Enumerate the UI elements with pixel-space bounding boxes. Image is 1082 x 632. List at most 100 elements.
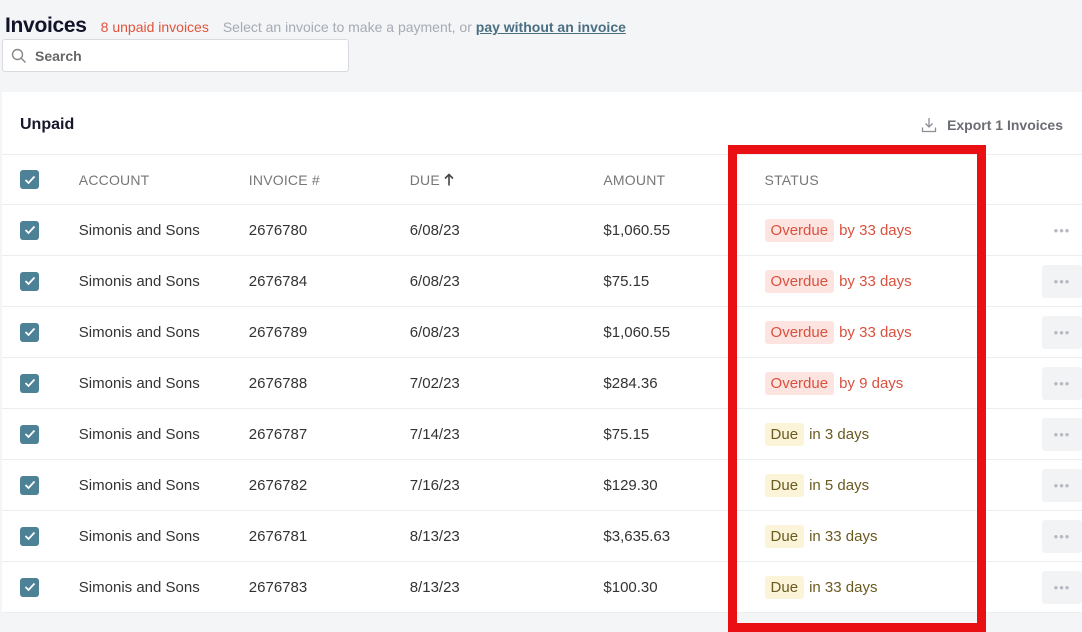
table-row[interactable]: Simonis and Sons 2676788 7/02/23 $284.36…: [2, 358, 1082, 409]
cell-due-date: 8/13/23: [409, 578, 460, 596]
cell-account: Simonis and Sons: [78, 221, 200, 239]
row-checkbox[interactable]: [20, 424, 39, 444]
row-actions-button[interactable]: •••: [1042, 315, 1082, 349]
row-actions-button[interactable]: •••: [1042, 264, 1082, 298]
check-icon: [24, 531, 35, 541]
cell-account: Simonis and Sons: [78, 374, 200, 392]
page-hint-text: Select an invoice to make a payment, or: [222, 19, 472, 35]
cell-status: Overdue by 33 days: [764, 205, 1020, 256]
row-actions-button[interactable]: •••: [1042, 366, 1082, 400]
page-header: Invoices 8 unpaid invoices Select an inv…: [5, 14, 626, 38]
cell-account: Simonis and Sons: [78, 578, 200, 596]
download-icon: [921, 118, 937, 133]
status-badge: Due: [764, 473, 805, 497]
more-horizontal-icon: •••: [1053, 528, 1071, 544]
select-all-checkbox[interactable]: [20, 170, 39, 189]
cell-status: Due in 5 days: [764, 460, 1020, 511]
export-invoices-button[interactable]: Export 1 Invoices: [921, 117, 1063, 133]
cell-status: Overdue by 33 days: [764, 256, 1020, 307]
status-detail: in 3 days: [809, 425, 870, 443]
table-row[interactable]: Simonis and Sons 2676782 7/16/23 $129.30…: [2, 460, 1082, 511]
row-checkbox[interactable]: [20, 373, 39, 393]
search-input[interactable]: [33, 46, 337, 65]
cell-account: Simonis and Sons: [78, 323, 200, 341]
status-badge: Overdue: [764, 269, 835, 293]
row-actions-button[interactable]: •••: [1042, 214, 1082, 247]
status-badge: Overdue: [764, 371, 835, 395]
more-horizontal-icon: •••: [1053, 273, 1071, 289]
check-icon: [24, 276, 35, 286]
more-horizontal-icon: •••: [1053, 477, 1071, 493]
cell-account: Simonis and Sons: [78, 527, 200, 545]
row-checkbox[interactable]: [20, 322, 39, 342]
status-detail: by 33 days: [839, 272, 912, 290]
cell-amount: $284.36: [603, 374, 658, 392]
table-row[interactable]: Simonis and Sons 2676780 6/08/23 $1,060.…: [2, 205, 1082, 256]
status-badge: Due: [764, 524, 805, 548]
check-icon: [24, 175, 35, 184]
cell-due-date: 7/16/23: [409, 476, 460, 494]
cell-invoice-number: 2676784: [248, 272, 308, 290]
column-header-due-label: DUE: [409, 171, 440, 188]
status-detail: in 5 days: [809, 476, 870, 494]
search-icon: [11, 48, 26, 63]
export-label: Export 1 Invoices: [947, 117, 1063, 133]
cell-due-date: 7/14/23: [409, 425, 460, 443]
check-icon: [24, 327, 35, 337]
cell-amount: $129.30: [603, 476, 658, 494]
row-actions-button[interactable]: •••: [1042, 417, 1082, 451]
unpaid-count: 8 unpaid invoices: [100, 19, 209, 35]
more-horizontal-icon: •••: [1053, 324, 1071, 340]
cell-status: Overdue by 9 days: [764, 358, 1020, 409]
status-detail: by 33 days: [839, 221, 912, 239]
search-box[interactable]: [2, 39, 349, 72]
cell-invoice-number: 2676789: [248, 323, 308, 341]
cell-status: Due in 33 days: [764, 511, 1020, 562]
row-checkbox[interactable]: [20, 526, 39, 546]
cell-status: Overdue by 33 days: [764, 307, 1020, 358]
row-actions-button[interactable]: •••: [1042, 570, 1082, 604]
column-header-due[interactable]: DUE: [410, 155, 604, 205]
status-badge: Overdue: [764, 320, 835, 344]
status-detail: by 9 days: [839, 374, 904, 392]
pay-without-invoice-link[interactable]: pay without an invoice: [476, 19, 626, 35]
table-row[interactable]: Simonis and Sons 2676789 6/08/23 $1,060.…: [2, 307, 1082, 358]
row-checkbox[interactable]: [20, 271, 39, 291]
column-header-amount[interactable]: AMOUNT: [603, 155, 764, 205]
column-header-status[interactable]: STATUS: [765, 155, 1020, 205]
unpaid-invoices-card: Unpaid Export 1 Invoices ACCOUNT INVOICE…: [2, 92, 1082, 613]
more-horizontal-icon: •••: [1053, 375, 1071, 391]
cell-invoice-number: 2676788: [248, 374, 308, 392]
table-row[interactable]: Simonis and Sons 2676781 8/13/23 $3,635.…: [2, 511, 1082, 562]
status-badge: Due: [764, 575, 805, 599]
check-icon: [24, 225, 35, 235]
check-icon: [24, 480, 35, 490]
status-detail: in 33 days: [809, 527, 878, 545]
status-detail: by 33 days: [839, 323, 912, 341]
more-horizontal-icon: •••: [1053, 579, 1071, 595]
row-checkbox[interactable]: [20, 475, 39, 495]
table-header-row: ACCOUNT INVOICE # DUE AMOUNT STATUS: [2, 154, 1082, 205]
cell-invoice-number: 2676780: [248, 221, 308, 239]
row-actions-button[interactable]: •••: [1042, 519, 1082, 553]
cell-invoice-number: 2676782: [248, 476, 308, 494]
table-row[interactable]: Simonis and Sons 2676784 6/08/23 $75.15 …: [2, 256, 1082, 307]
row-actions-button[interactable]: •••: [1042, 468, 1082, 502]
column-header-account[interactable]: ACCOUNT: [79, 155, 249, 205]
table-row[interactable]: Simonis and Sons 2676787 7/14/23 $75.15 …: [2, 409, 1082, 460]
section-title: Unpaid: [20, 116, 75, 133]
cell-invoice-number: 2676781: [248, 527, 308, 545]
cell-amount: $3,635.63: [603, 527, 671, 545]
cell-due-date: 6/08/23: [409, 272, 460, 290]
cell-due-date: 7/02/23: [409, 374, 460, 392]
arrow-up-icon: [444, 172, 454, 185]
cell-status: Due in 33 days: [764, 562, 1020, 613]
status-badge: Due: [764, 422, 805, 446]
page-title: Invoices: [5, 14, 87, 37]
column-header-invoice[interactable]: INVOICE #: [249, 155, 410, 205]
table-row[interactable]: Simonis and Sons 2676783 8/13/23 $100.30…: [2, 562, 1082, 613]
row-checkbox[interactable]: [20, 220, 39, 240]
cell-account: Simonis and Sons: [78, 476, 200, 494]
row-checkbox[interactable]: [20, 577, 39, 597]
status-badge: Overdue: [764, 218, 835, 242]
